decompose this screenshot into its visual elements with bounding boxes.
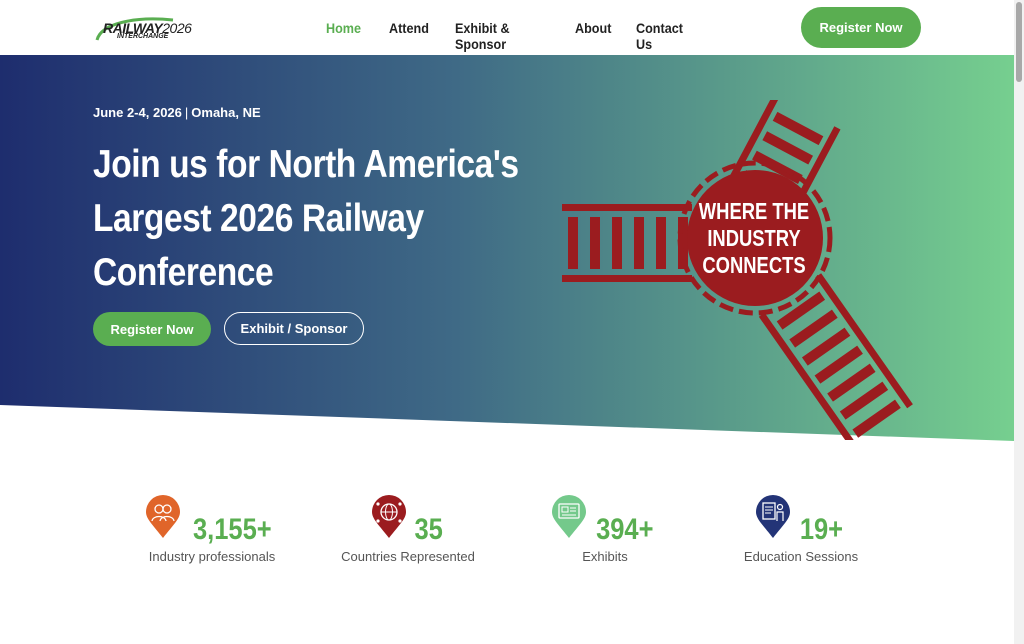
stat-countries-represented: 35 Countries Represented (318, 495, 498, 564)
presenter-icon (756, 495, 791, 538)
event-date: June 2-4, 2026 (93, 105, 182, 120)
event-date-location: June 2-4, 2026 | Omaha, NE (93, 105, 261, 120)
hero-exhibit-sponsor-button[interactable]: Exhibit / Sponsor (224, 312, 364, 345)
hero-headline: Join us for North America's Largest 2026… (93, 143, 519, 294)
globe-network-icon (372, 495, 407, 538)
stat-value: 394+ (596, 513, 654, 546)
stat-label: Industry professionals (148, 549, 276, 564)
stat-exhibits: 394+ Exhibits (515, 495, 695, 564)
people-icon (146, 495, 181, 538)
stat-value: 3,155+ (192, 513, 272, 546)
event-location: Omaha, NE (191, 105, 261, 120)
stat-label: Exhibits (582, 549, 628, 564)
stat-value: 19+ (799, 513, 843, 546)
stat-label: Countries Represented (341, 549, 475, 564)
site-header: RAILWAY2026 INTERCHANGE Home Attend Exhi… (0, 0, 1014, 56)
page-scrollbar[interactable] (1014, 0, 1024, 644)
hero-register-button[interactable]: Register Now (93, 312, 211, 346)
nav-contact-us[interactable]: Contact Us (636, 20, 687, 52)
header-register-button[interactable]: Register Now (801, 7, 921, 48)
stat-industry-professionals: 3,155+ Industry professionals (122, 495, 302, 564)
stat-label: Education Sessions (743, 549, 859, 564)
scrollbar-thumb[interactable] (1016, 2, 1022, 82)
nav-about[interactable]: About (575, 20, 611, 52)
nav-exhibit-sponsor[interactable]: Exhibit & Sponsor (455, 20, 536, 52)
main-nav: Home Attend Exhibit & Sponsor About Cont… (326, 20, 723, 52)
stat-value: 35 (414, 513, 443, 546)
exhibit-booth-icon (551, 495, 586, 538)
nav-attend[interactable]: Attend (389, 20, 429, 52)
logo-subtitle: INTERCHANGE (117, 33, 169, 40)
date-separator: | (184, 105, 189, 120)
emblem-tagline: WHERE THE INDUSTRY CONNECTS (698, 198, 810, 278)
railway-interchange-logo[interactable]: RAILWAY2026 INTERCHANGE (93, 12, 192, 44)
nav-home[interactable]: Home (326, 20, 361, 52)
stat-education-sessions: 19+ Education Sessions (711, 495, 891, 564)
